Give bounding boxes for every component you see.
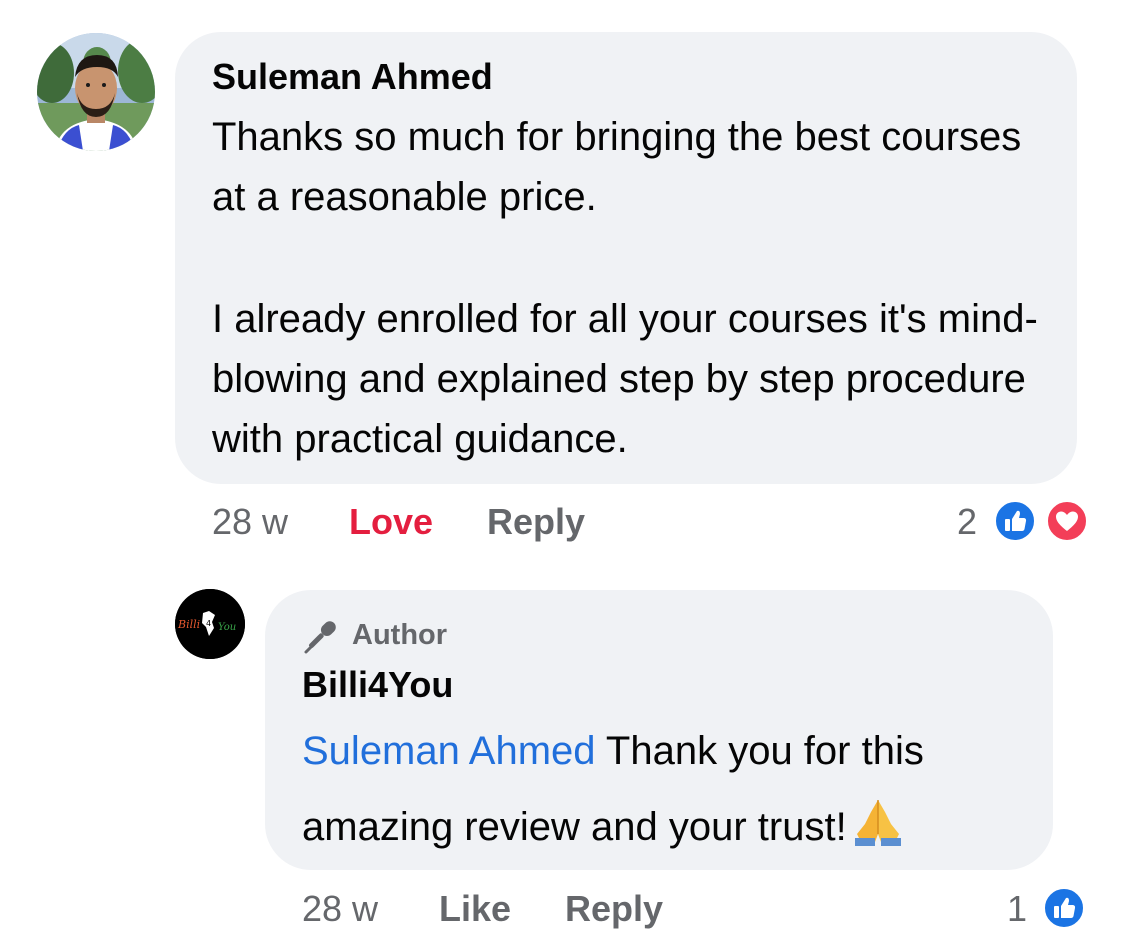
mention-link[interactable]: Suleman Ahmed xyxy=(302,729,596,773)
reply-button[interactable]: Reply xyxy=(565,889,663,929)
svg-text:Billi: Billi xyxy=(177,618,200,631)
svg-text:You: You xyxy=(218,622,236,633)
love-reaction-button[interactable]: Love xyxy=(349,502,433,542)
reply-author-name[interactable]: Billi4You xyxy=(302,663,453,707)
microphone-icon xyxy=(302,615,342,660)
folded-hands-icon xyxy=(849,794,907,871)
reaction-count: 2 xyxy=(957,501,978,542)
avatar-billi4you[interactable]: Billi 4 You xyxy=(175,589,245,659)
like-icon xyxy=(1042,886,1086,930)
billi4you-logo: Billi 4 You xyxy=(175,589,245,659)
author-badge-label: Author xyxy=(352,619,448,651)
reply-text: Suleman Ahmed Thank you for this amazing… xyxy=(302,713,1042,871)
comment-author-name[interactable]: Suleman Ahmed xyxy=(212,55,493,99)
reply-timestamp[interactable]: 28 w xyxy=(302,889,378,929)
love-icon xyxy=(1045,499,1089,543)
comment-paragraph: I already enrolled for all your courses … xyxy=(212,297,1038,461)
svg-text:4: 4 xyxy=(206,619,211,628)
like-icon xyxy=(993,499,1037,543)
comment-timestamp[interactable]: 28 w xyxy=(212,502,288,542)
profile-photo xyxy=(37,33,155,151)
reply-button[interactable]: Reply xyxy=(487,502,585,542)
like-button[interactable]: Like xyxy=(439,889,511,929)
comment-paragraph: Thanks so much for bringing the best cou… xyxy=(212,115,1022,219)
avatar-suleman-ahmed[interactable] xyxy=(37,33,155,151)
comment-text: Thanks so much for bringing the best cou… xyxy=(212,107,1062,469)
reaction-count: 1 xyxy=(1007,888,1028,929)
